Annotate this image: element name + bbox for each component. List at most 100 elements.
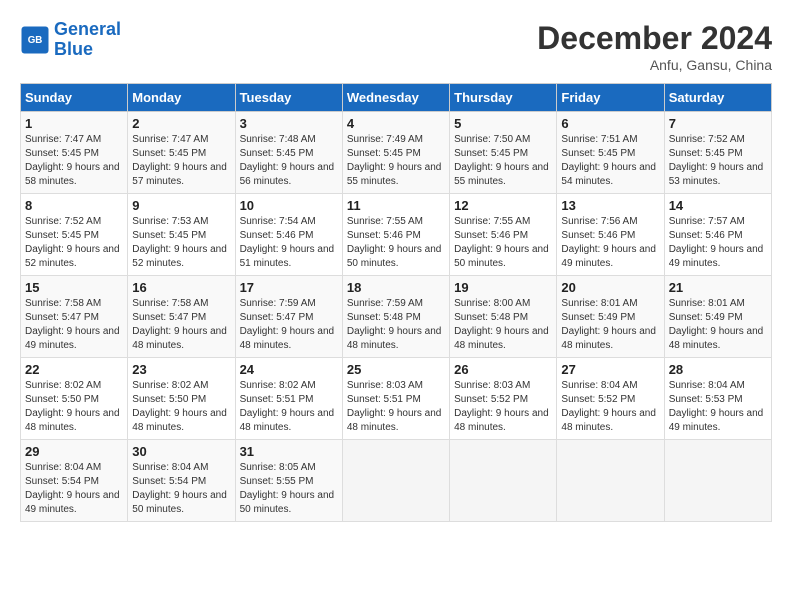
day-info: Sunrise: 7:53 AMSunset: 5:45 PMDaylight:… <box>132 216 227 269</box>
day-number: 20 <box>561 280 659 295</box>
day-number: 8 <box>25 198 123 213</box>
day-number: 12 <box>454 198 552 213</box>
day-info: Sunrise: 7:49 AMSunset: 5:45 PMDaylight:… <box>347 134 442 187</box>
calendar-cell: 17 Sunrise: 7:59 AMSunset: 5:47 PMDaylig… <box>235 276 342 358</box>
calendar-cell: 19 Sunrise: 8:00 AMSunset: 5:48 PMDaylig… <box>450 276 557 358</box>
weekday-header: Saturday <box>664 84 771 112</box>
calendar-cell: 28 Sunrise: 8:04 AMSunset: 5:53 PMDaylig… <box>664 358 771 440</box>
calendar-cell: 2 Sunrise: 7:47 AMSunset: 5:45 PMDayligh… <box>128 112 235 194</box>
day-number: 26 <box>454 362 552 377</box>
day-info: Sunrise: 8:02 AMSunset: 5:50 PMDaylight:… <box>132 380 227 433</box>
day-number: 29 <box>25 444 123 459</box>
day-info: Sunrise: 8:04 AMSunset: 5:54 PMDaylight:… <box>132 462 227 515</box>
calendar-cell: 18 Sunrise: 7:59 AMSunset: 5:48 PMDaylig… <box>342 276 449 358</box>
calendar-cell: 13 Sunrise: 7:56 AMSunset: 5:46 PMDaylig… <box>557 194 664 276</box>
day-number: 22 <box>25 362 123 377</box>
calendar-cell: 10 Sunrise: 7:54 AMSunset: 5:46 PMDaylig… <box>235 194 342 276</box>
header: GB General Blue December 2024 Anfu, Gans… <box>20 20 772 73</box>
day-number: 4 <box>347 116 445 131</box>
logo-general: General <box>54 19 121 39</box>
calendar-cell <box>557 440 664 522</box>
day-number: 24 <box>240 362 338 377</box>
day-info: Sunrise: 7:50 AMSunset: 5:45 PMDaylight:… <box>454 134 549 187</box>
calendar-cell: 26 Sunrise: 8:03 AMSunset: 5:52 PMDaylig… <box>450 358 557 440</box>
day-number: 21 <box>669 280 767 295</box>
day-number: 27 <box>561 362 659 377</box>
day-info: Sunrise: 8:02 AMSunset: 5:50 PMDaylight:… <box>25 380 120 433</box>
day-number: 2 <box>132 116 230 131</box>
day-number: 1 <box>25 116 123 131</box>
day-info: Sunrise: 7:55 AMSunset: 5:46 PMDaylight:… <box>454 216 549 269</box>
calendar-cell: 3 Sunrise: 7:48 AMSunset: 5:45 PMDayligh… <box>235 112 342 194</box>
day-number: 19 <box>454 280 552 295</box>
calendar-week-row: 1 Sunrise: 7:47 AMSunset: 5:45 PMDayligh… <box>21 112 772 194</box>
day-info: Sunrise: 8:03 AMSunset: 5:52 PMDaylight:… <box>454 380 549 433</box>
day-info: Sunrise: 7:58 AMSunset: 5:47 PMDaylight:… <box>25 298 120 351</box>
calendar-cell: 15 Sunrise: 7:58 AMSunset: 5:47 PMDaylig… <box>21 276 128 358</box>
calendar-cell: 6 Sunrise: 7:51 AMSunset: 5:45 PMDayligh… <box>557 112 664 194</box>
weekday-header: Tuesday <box>235 84 342 112</box>
day-number: 6 <box>561 116 659 131</box>
day-number: 10 <box>240 198 338 213</box>
calendar-cell <box>342 440 449 522</box>
day-info: Sunrise: 8:04 AMSunset: 5:52 PMDaylight:… <box>561 380 656 433</box>
day-info: Sunrise: 8:01 AMSunset: 5:49 PMDaylight:… <box>669 298 764 351</box>
day-info: Sunrise: 7:47 AMSunset: 5:45 PMDaylight:… <box>132 134 227 187</box>
day-number: 23 <box>132 362 230 377</box>
day-number: 11 <box>347 198 445 213</box>
calendar-cell: 25 Sunrise: 8:03 AMSunset: 5:51 PMDaylig… <box>342 358 449 440</box>
calendar-cell: 27 Sunrise: 8:04 AMSunset: 5:52 PMDaylig… <box>557 358 664 440</box>
calendar-cell: 4 Sunrise: 7:49 AMSunset: 5:45 PMDayligh… <box>342 112 449 194</box>
calendar-cell: 9 Sunrise: 7:53 AMSunset: 5:45 PMDayligh… <box>128 194 235 276</box>
location: Anfu, Gansu, China <box>537 57 772 73</box>
day-info: Sunrise: 8:03 AMSunset: 5:51 PMDaylight:… <box>347 380 442 433</box>
day-number: 16 <box>132 280 230 295</box>
day-info: Sunrise: 7:59 AMSunset: 5:47 PMDaylight:… <box>240 298 335 351</box>
day-info: Sunrise: 8:04 AMSunset: 5:53 PMDaylight:… <box>669 380 764 433</box>
day-info: Sunrise: 7:47 AMSunset: 5:45 PMDaylight:… <box>25 134 120 187</box>
day-number: 7 <box>669 116 767 131</box>
day-info: Sunrise: 7:51 AMSunset: 5:45 PMDaylight:… <box>561 134 656 187</box>
day-info: Sunrise: 7:55 AMSunset: 5:46 PMDaylight:… <box>347 216 442 269</box>
day-info: Sunrise: 7:57 AMSunset: 5:46 PMDaylight:… <box>669 216 764 269</box>
day-number: 5 <box>454 116 552 131</box>
day-info: Sunrise: 7:54 AMSunset: 5:46 PMDaylight:… <box>240 216 335 269</box>
day-info: Sunrise: 7:52 AMSunset: 5:45 PMDaylight:… <box>25 216 120 269</box>
calendar-cell: 20 Sunrise: 8:01 AMSunset: 5:49 PMDaylig… <box>557 276 664 358</box>
day-info: Sunrise: 8:04 AMSunset: 5:54 PMDaylight:… <box>25 462 120 515</box>
day-info: Sunrise: 8:01 AMSunset: 5:49 PMDaylight:… <box>561 298 656 351</box>
day-number: 18 <box>347 280 445 295</box>
day-number: 9 <box>132 198 230 213</box>
day-number: 31 <box>240 444 338 459</box>
day-number: 14 <box>669 198 767 213</box>
calendar-cell: 1 Sunrise: 7:47 AMSunset: 5:45 PMDayligh… <box>21 112 128 194</box>
logo: GB General Blue <box>20 20 121 60</box>
day-info: Sunrise: 8:05 AMSunset: 5:55 PMDaylight:… <box>240 462 335 515</box>
day-number: 25 <box>347 362 445 377</box>
calendar-table: SundayMondayTuesdayWednesdayThursdayFrid… <box>20 83 772 522</box>
logo-blue: Blue <box>54 39 93 59</box>
calendar-cell: 8 Sunrise: 7:52 AMSunset: 5:45 PMDayligh… <box>21 194 128 276</box>
calendar-cell: 21 Sunrise: 8:01 AMSunset: 5:49 PMDaylig… <box>664 276 771 358</box>
svg-text:GB: GB <box>28 35 43 46</box>
calendar-week-row: 8 Sunrise: 7:52 AMSunset: 5:45 PMDayligh… <box>21 194 772 276</box>
calendar-cell: 7 Sunrise: 7:52 AMSunset: 5:45 PMDayligh… <box>664 112 771 194</box>
calendar-cell: 16 Sunrise: 7:58 AMSunset: 5:47 PMDaylig… <box>128 276 235 358</box>
day-info: Sunrise: 7:48 AMSunset: 5:45 PMDaylight:… <box>240 134 335 187</box>
calendar-cell: 31 Sunrise: 8:05 AMSunset: 5:55 PMDaylig… <box>235 440 342 522</box>
weekday-header: Friday <box>557 84 664 112</box>
calendar-cell: 14 Sunrise: 7:57 AMSunset: 5:46 PMDaylig… <box>664 194 771 276</box>
calendar-cell <box>450 440 557 522</box>
calendar-week-row: 29 Sunrise: 8:04 AMSunset: 5:54 PMDaylig… <box>21 440 772 522</box>
calendar-cell: 30 Sunrise: 8:04 AMSunset: 5:54 PMDaylig… <box>128 440 235 522</box>
weekday-header: Sunday <box>21 84 128 112</box>
day-number: 30 <box>132 444 230 459</box>
calendar-cell: 24 Sunrise: 8:02 AMSunset: 5:51 PMDaylig… <box>235 358 342 440</box>
month-title: December 2024 <box>537 20 772 57</box>
calendar-cell: 11 Sunrise: 7:55 AMSunset: 5:46 PMDaylig… <box>342 194 449 276</box>
day-info: Sunrise: 8:00 AMSunset: 5:48 PMDaylight:… <box>454 298 549 351</box>
day-info: Sunrise: 8:02 AMSunset: 5:51 PMDaylight:… <box>240 380 335 433</box>
calendar-cell: 5 Sunrise: 7:50 AMSunset: 5:45 PMDayligh… <box>450 112 557 194</box>
weekday-header: Monday <box>128 84 235 112</box>
calendar-cell: 22 Sunrise: 8:02 AMSunset: 5:50 PMDaylig… <box>21 358 128 440</box>
